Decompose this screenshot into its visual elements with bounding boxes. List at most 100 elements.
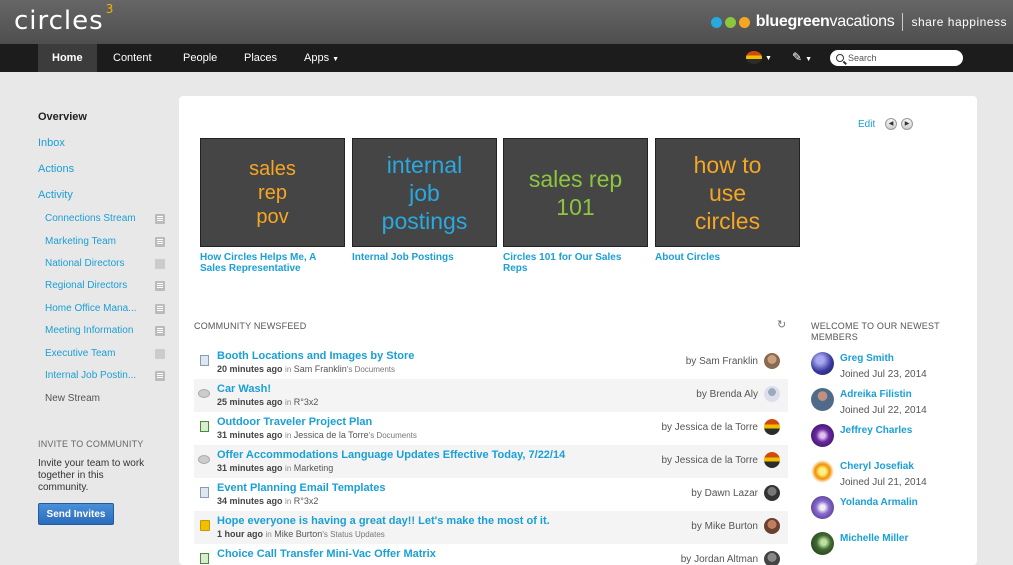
member-name[interactable]: Cheryl Josefiak — [840, 461, 914, 472]
stream-menu-icon[interactable] — [155, 304, 165, 314]
tile-caption[interactable]: Internal Job Postings — [352, 252, 492, 263]
stream-menu-icon[interactable] — [155, 214, 165, 224]
member-name[interactable]: Michelle Miller — [840, 533, 908, 544]
avatar[interactable] — [764, 419, 780, 435]
nav-content[interactable]: Content — [113, 44, 152, 72]
divider — [902, 13, 904, 31]
circles-logo[interactable]: circles 3 — [14, 2, 114, 36]
avatar[interactable] — [764, 518, 780, 534]
previous-arrow-icon[interactable]: ◀ — [885, 118, 897, 130]
newsfeed-item: Booth Locations and Images by Store 20 m… — [194, 346, 788, 379]
stream-menu-icon[interactable] — [155, 259, 165, 269]
search-input[interactable] — [848, 53, 958, 63]
nav-places[interactable]: Places — [244, 44, 277, 72]
tile-caption[interactable]: About Circles — [655, 252, 795, 263]
stream-marketing-team[interactable]: Marketing Team — [45, 236, 116, 247]
stream-home-office[interactable]: Home Office Mana... — [45, 303, 137, 314]
member-name[interactable]: Yolanda Armalin — [840, 497, 918, 508]
newsfeed-item-title[interactable]: Hope everyone is having a great day!! Le… — [217, 515, 550, 527]
stream-national-directors[interactable]: National Directors — [45, 258, 124, 269]
stream-regional-directors[interactable]: Regional Directors — [45, 280, 127, 291]
avatar[interactable] — [764, 551, 780, 565]
document-icon — [200, 355, 209, 366]
tile-sales-rep-101[interactable]: sales rep 101 — [503, 138, 648, 247]
avatar[interactable] — [811, 532, 834, 555]
nav-apps[interactable]: Apps ▼ — [304, 44, 339, 72]
main-nav: Home Content People Places Apps ▼ ▼ ✎ ▼ — [0, 44, 1013, 72]
newsfeed-item-title[interactable]: Booth Locations and Images by Store — [217, 350, 414, 362]
newsfeed-item-author[interactable]: by Jordan Altman — [681, 554, 758, 565]
place-link[interactable]: Sam Franklin — [294, 364, 347, 374]
newsfeed-item-author[interactable]: by Sam Franklin — [686, 356, 758, 367]
stream-menu-icon[interactable] — [155, 326, 165, 336]
tile-caption[interactable]: How Circles Helps Me, A Sales Representa… — [200, 252, 340, 274]
newsfeed-item-author[interactable]: by Jessica de la Torre — [661, 422, 758, 433]
stream-connections[interactable]: Connections Stream — [45, 213, 136, 224]
avatar[interactable] — [764, 452, 780, 468]
tile-internal-job-postings[interactable]: internal job postings — [352, 138, 497, 247]
stream-menu-icon[interactable] — [155, 349, 165, 359]
newsfeed-item-title[interactable]: Offer Accommodations Language Updates Ef… — [217, 449, 565, 461]
newsfeed-item-title[interactable]: Choice Call Transfer Mini-Vac Offer Matr… — [217, 548, 436, 560]
place-link[interactable]: Mike Burton — [274, 529, 322, 539]
place-link[interactable]: R°3x2 — [294, 397, 319, 407]
newsfeed-item-title[interactable]: Event Planning Email Templates — [217, 482, 386, 494]
newsfeed-item-title[interactable]: Outdoor Traveler Project Plan — [217, 416, 372, 428]
newsfeed-item-author[interactable]: by Mike Burton — [691, 521, 758, 532]
search-box[interactable] — [830, 50, 963, 66]
tile-how-to-use-circles[interactable]: how to use circles — [655, 138, 800, 247]
member-name[interactable]: Greg Smith — [840, 353, 894, 364]
chevron-down-icon: ▼ — [332, 56, 340, 63]
brand-bar: circles 3 bluegreenvacations share happin… — [0, 0, 1013, 44]
newsfeed-item-author[interactable]: by Jessica de la Torre — [661, 455, 758, 466]
stream-meeting-information[interactable]: Meeting Information — [45, 325, 133, 336]
avatar[interactable] — [764, 485, 780, 501]
stream-new[interactable]: New Stream — [45, 393, 100, 404]
invite-text: Invite your team to work together in thi… — [38, 458, 145, 493]
newsfeed-item-author[interactable]: by Brenda Aly — [696, 389, 758, 400]
tile-caption[interactable]: Circles 101 for Our Sales Reps — [503, 252, 643, 274]
stream-executive-team[interactable]: Executive Team — [45, 348, 115, 359]
blue-dot-icon — [710, 16, 722, 28]
place-link[interactable]: Marketing — [294, 463, 334, 473]
newsfeed-item-title[interactable]: Car Wash! — [217, 383, 271, 395]
sidebar-item-actions[interactable]: Actions — [38, 163, 74, 175]
create-menu[interactable]: ✎ ▼ — [792, 50, 812, 64]
chevron-down-icon: ▼ — [765, 55, 772, 63]
member-name[interactable]: Jeffrey Charles — [840, 425, 912, 436]
next-arrow-icon[interactable]: ▶ — [901, 118, 913, 130]
stream-internal-job-postings[interactable]: Internal Job Postin... — [45, 370, 136, 381]
stream-menu-icon[interactable] — [155, 281, 165, 291]
nav-people[interactable]: People — [183, 44, 217, 72]
newsfeed-item-author[interactable]: by Dawn Lazar — [691, 488, 758, 499]
user-menu[interactable]: ▼ — [746, 51, 772, 64]
avatar[interactable] — [764, 386, 780, 402]
avatar[interactable] — [764, 353, 780, 369]
avatar[interactable] — [811, 352, 834, 375]
stream-menu-icon[interactable] — [155, 237, 165, 247]
newsfeed-item-meta: 1 hour ago in Mike Burton's Status Updat… — [217, 529, 385, 539]
nav-home[interactable]: Home — [38, 44, 97, 72]
status-update-icon — [200, 520, 210, 531]
newsfeed-item-meta: 31 minutes ago in Marketing — [217, 463, 334, 473]
avatar[interactable] — [811, 496, 834, 519]
place-link[interactable]: Jessica de la Torre — [294, 430, 369, 440]
avatar[interactable] — [811, 388, 834, 411]
sidebar-item-overview[interactable]: Overview — [38, 111, 87, 123]
send-invites-button[interactable]: Send Invites — [38, 503, 114, 525]
member-name[interactable]: Adreika Filistin — [840, 389, 912, 400]
sidebar-item-inbox[interactable]: Inbox — [38, 137, 65, 149]
newsfeed-item: Event Planning Email Templates 34 minute… — [194, 478, 788, 511]
place-link[interactable]: R°3x2 — [294, 496, 319, 506]
avatar[interactable] — [811, 424, 834, 447]
newsfeed-item: Hope everyone is having a great day!! Le… — [194, 511, 788, 544]
stream-menu-icon[interactable] — [155, 371, 165, 381]
company-logo: bluegreenvacations share happiness — [710, 13, 1007, 31]
pencil-icon: ✎ — [792, 50, 803, 64]
edit-link[interactable]: Edit — [858, 119, 875, 130]
tile-sales-rep-pov[interactable]: sales rep pov — [200, 138, 345, 247]
refresh-icon[interactable]: ↻ — [777, 318, 786, 331]
chevron-down-icon: ▼ — [805, 56, 812, 63]
sidebar-item-activity[interactable]: Activity — [38, 189, 73, 201]
avatar[interactable] — [811, 460, 834, 483]
